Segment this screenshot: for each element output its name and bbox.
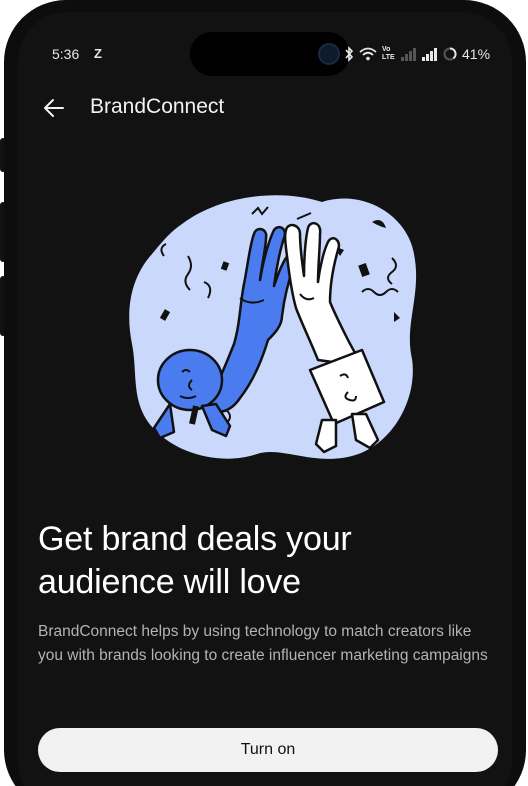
notification-letter: Z xyxy=(94,46,102,61)
back-button[interactable] xyxy=(38,92,70,124)
dynamic-island xyxy=(190,32,350,76)
page-title: BrandConnect xyxy=(90,95,225,118)
battery-percent: 41% xyxy=(462,46,491,62)
signal-icon xyxy=(422,47,438,61)
screen: 5:36 Z Vo LTE 41% BrandConnect Get brand… xyxy=(18,12,512,786)
arrow-back-icon xyxy=(44,99,64,117)
description: BrandConnect helps by using technology t… xyxy=(38,623,488,664)
wifi-icon xyxy=(359,47,377,61)
headline: Get brand deals your audience will love xyxy=(38,520,352,601)
camera-icon xyxy=(318,43,340,65)
volte-icon: Vo LTE xyxy=(382,46,395,61)
signal-weak-icon xyxy=(401,47,417,61)
battery-ring-icon xyxy=(443,47,457,61)
phone-frame: 5:36 Z Vo LTE 41% BrandConnect Get brand… xyxy=(4,0,526,786)
status-time: 5:36 xyxy=(52,46,80,62)
app-bar: BrandConnect xyxy=(18,88,512,144)
bluetooth-icon xyxy=(344,46,354,62)
status-bar: 5:36 Z Vo LTE 41% xyxy=(18,12,512,76)
high-five-illustration xyxy=(122,184,422,464)
turn-on-button[interactable]: Turn on xyxy=(38,728,498,772)
status-icons: Vo LTE 41% xyxy=(344,45,490,63)
